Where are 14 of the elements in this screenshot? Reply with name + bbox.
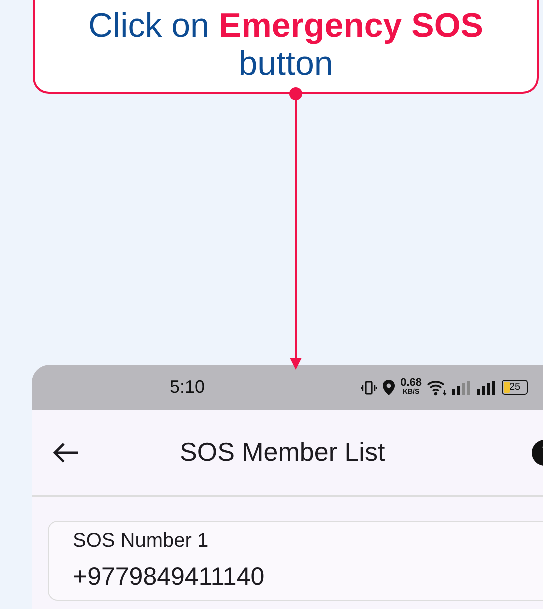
member-number: +9779849411140 [73, 563, 266, 592]
battery-indicator: 25 [502, 380, 528, 395]
location-icon [382, 379, 396, 396]
status-time: 5:10 [170, 377, 206, 398]
signal-icon [452, 380, 472, 394]
signal-icon [477, 380, 497, 394]
back-arrow-icon[interactable] [52, 440, 80, 464]
vibrate-icon [360, 380, 377, 396]
wifi-icon [427, 380, 447, 396]
screen-title: SOS Member List [180, 437, 386, 468]
member-card[interactable]: SOS Number 1 +9779849411140 [48, 521, 543, 601]
data-speed: 0.68 [400, 378, 422, 388]
callout-text: Click on Emergency SOS button [88, 7, 484, 83]
member-label: SOS Number 1 [73, 530, 210, 553]
